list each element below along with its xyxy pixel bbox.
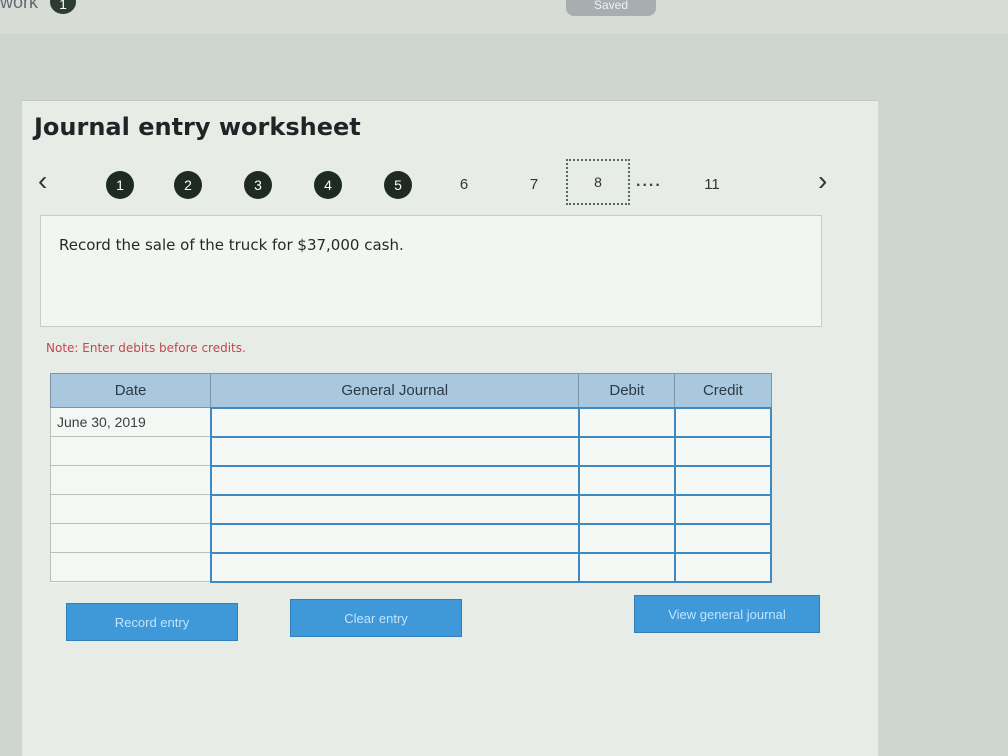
step-7[interactable]: 7 [520, 171, 548, 199]
account-input[interactable] [209, 435, 580, 467]
debit-input[interactable] [577, 464, 676, 496]
debit-input[interactable] [577, 522, 676, 554]
credit-input[interactable] [673, 551, 773, 583]
clear-entry-button[interactable]: Clear entry [290, 599, 462, 637]
step-8-current[interactable]: 8 [566, 159, 630, 205]
account-input[interactable] [209, 406, 580, 438]
saved-indicator: Saved [566, 0, 656, 16]
date-cell: June 30, 2019 [49, 407, 212, 437]
date-cell [49, 436, 212, 466]
record-entry-button[interactable]: Record entry [66, 603, 238, 641]
table-row [49, 551, 773, 583]
header-debit: Debit [578, 373, 676, 408]
debit-input[interactable] [577, 406, 676, 438]
header-general-journal: General Journal [210, 373, 580, 408]
date-cell [49, 465, 212, 495]
credit-input[interactable] [673, 493, 773, 525]
credit-input[interactable] [673, 464, 773, 496]
instruction-box: Record the sale of the truck for $37,000… [40, 215, 822, 327]
top-bar: work 1 Saved [0, 0, 1008, 34]
credit-input[interactable] [673, 522, 773, 554]
note-text: Note: Enter debits before credits. [46, 341, 246, 355]
date-cell [49, 523, 212, 553]
view-general-journal-button[interactable]: View general journal [634, 595, 820, 633]
account-input[interactable] [209, 464, 580, 496]
notification-badge: 1 [50, 0, 76, 14]
credit-input[interactable] [673, 435, 773, 467]
instruction-text: Record the sale of the truck for $37,000… [59, 236, 404, 254]
step-6[interactable]: 6 [450, 171, 478, 199]
step-5[interactable]: 5 [384, 171, 412, 199]
chevron-right-icon[interactable]: › [818, 167, 827, 195]
table-row [49, 493, 773, 525]
table-row [49, 464, 773, 496]
date-cell [49, 494, 212, 524]
account-input[interactable] [209, 522, 580, 554]
credit-input[interactable] [673, 406, 773, 438]
header-date: Date [49, 373, 212, 408]
table-row: June 30, 2019 [49, 406, 773, 438]
header-credit: Credit [674, 373, 772, 408]
step-2[interactable]: 2 [174, 171, 202, 199]
debit-input[interactable] [577, 551, 676, 583]
step-11[interactable]: 11 [698, 171, 726, 199]
debit-input[interactable] [577, 435, 676, 467]
account-input[interactable] [209, 493, 580, 525]
worksheet-title: Journal entry worksheet [34, 113, 361, 141]
table-row [49, 522, 773, 554]
chevron-left-icon[interactable]: ‹ [38, 167, 47, 195]
table-row [49, 435, 773, 467]
debit-input[interactable] [577, 493, 676, 525]
account-input[interactable] [209, 551, 580, 583]
step-4[interactable]: 4 [314, 171, 342, 199]
step-3[interactable]: 3 [244, 171, 272, 199]
journal-table: Date General Journal Debit Credit June 3… [49, 373, 773, 583]
worksheet-panel: Journal entry worksheet ‹ 1 2 3 4 5 6 7 … [22, 100, 878, 756]
work-label: work [0, 0, 39, 12]
step-1[interactable]: 1 [106, 171, 134, 199]
steps-ellipsis: .... [636, 173, 662, 190]
date-cell [49, 552, 212, 582]
